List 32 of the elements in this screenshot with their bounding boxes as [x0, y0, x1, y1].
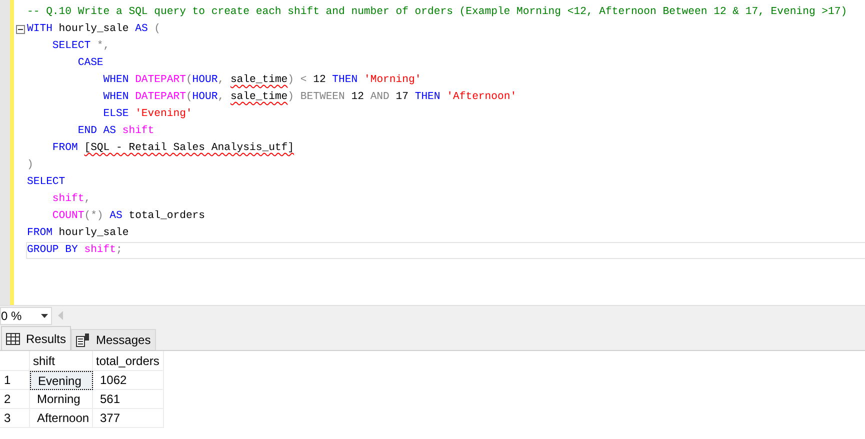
- code-line: WITH hourly_sale AS (: [26, 22, 162, 37]
- code-line: CASE: [76, 56, 104, 71]
- table-cell: 1062: [93, 371, 164, 390]
- collapse-icon[interactable]: [16, 25, 25, 34]
- table-cell: Evening: [30, 371, 93, 390]
- code-line: WHEN DATEPART(HOUR, sale_time) < 12 THEN 'Morning': [102, 73, 422, 88]
- row-number: 2: [0, 390, 30, 409]
- code-line: END AS shift: [76, 124, 156, 139]
- code-line: WHEN DATEPART(HOUR, sale_time) BETWEEN 12 AND 17 THEN 'Afternoon': [102, 90, 518, 105]
- table-cell: 561: [93, 390, 164, 409]
- column-header[interactable]: total_orders: [93, 351, 164, 371]
- table-cell: Morning: [30, 390, 93, 409]
- code-line: ELSE 'Evening': [102, 107, 194, 122]
- corner-header[interactable]: [0, 351, 30, 371]
- code-line: shift,: [51, 192, 92, 207]
- caret-icon: [41, 314, 48, 318]
- zoom-dropdown[interactable]: 0 %: [0, 306, 52, 324]
- result-tab[interactable]: Messages: [71, 329, 156, 350]
- scroll-left-icon[interactable]: [58, 311, 63, 320]
- code-line: SELECT: [26, 175, 66, 190]
- row-number: 3: [0, 409, 30, 428]
- result-tab[interactable]: Results: [1, 326, 72, 350]
- document-icon: [76, 333, 90, 347]
- code-line: FROM hourly_sale: [26, 226, 130, 241]
- code-line: COUNT(*) AS total_orders: [51, 209, 206, 224]
- code-line: ): [26, 158, 34, 173]
- table-cell: 377: [93, 409, 164, 428]
- code-line: SELECT *,: [51, 39, 111, 54]
- code-line: -- Q.10 Write a SQL query to create each shift and number of orders (Example Morning <12, Afternoon Between 12 & 17, Evening >17): [26, 5, 848, 20]
- grid-icon: [6, 332, 20, 344]
- code-line: FROM [SQL - Retail Sales Analysis_utf]: [51, 141, 296, 156]
- table-cell: Afternoon: [30, 409, 93, 428]
